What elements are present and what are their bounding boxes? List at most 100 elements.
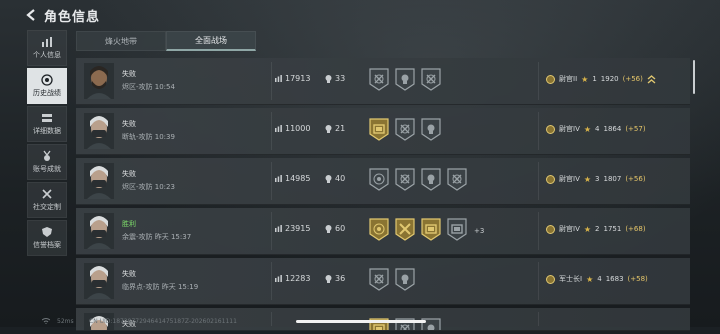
wifi-icon bbox=[42, 318, 50, 324]
rank-info: 军士长I ★ 4 1683 (+58) bbox=[546, 274, 648, 284]
rank-stars: 1 bbox=[592, 75, 597, 83]
rank-name: 尉官IV bbox=[559, 175, 580, 183]
sidebar-item-personal-info[interactable]: 个人信息 bbox=[27, 30, 67, 66]
target-medal-icon bbox=[368, 167, 390, 195]
match-row[interactable]: 失败 烬区-攻防 10:54 17913 33 尉官II ★ 1 1920 (+56) bbox=[76, 58, 690, 105]
crosshair-medal-icon bbox=[446, 167, 468, 195]
match-result: 失败 bbox=[122, 70, 136, 78]
skull-icon bbox=[325, 174, 332, 183]
kills-stat: 21 bbox=[325, 124, 345, 133]
rank-name: 军士长I bbox=[559, 275, 583, 283]
avatar bbox=[84, 263, 114, 299]
skull-icon bbox=[325, 224, 332, 233]
match-row[interactable]: 失败 临界点-攻防 昨天 15:19 12283 36 军士长I ★ 4 1683 (+58) bbox=[76, 258, 690, 305]
kills-stat: 60 bbox=[325, 224, 345, 233]
rank-points: 1751 bbox=[603, 225, 622, 233]
sidebar-item-label: 账号成就 bbox=[33, 165, 61, 173]
cross-medal-icon bbox=[368, 267, 390, 295]
divider bbox=[271, 112, 272, 150]
divider bbox=[538, 62, 539, 100]
match-map-time: 余震-攻防 昨天 15:37 bbox=[122, 233, 192, 241]
avatar bbox=[84, 113, 114, 149]
rank-stars: 4 bbox=[597, 275, 602, 283]
avatar bbox=[84, 213, 114, 249]
rank-badge-icon bbox=[546, 174, 555, 184]
match-row[interactable]: 失败 烬区-攻防 10:23 14985 40 尉官IV ★ 3 1807 (+56) bbox=[76, 158, 690, 205]
sidebar-item-detailed-data[interactable]: 详细数据 bbox=[27, 106, 67, 142]
back-button[interactable] bbox=[24, 8, 38, 22]
rank-stars: 3 bbox=[595, 175, 600, 183]
rank-info: 尉官IV ★ 4 1864 (+57) bbox=[546, 124, 646, 134]
gold-box-medal-icon bbox=[420, 217, 442, 245]
score-value: 11000 bbox=[285, 124, 311, 133]
scrollbar[interactable] bbox=[693, 60, 695, 94]
match-map-time: 烬区-攻防 10:23 bbox=[122, 183, 175, 191]
mode-tabs: 烽火地带 全面战场 bbox=[76, 31, 256, 51]
rank-gain: (+56) bbox=[622, 75, 643, 83]
rank-points: 1683 bbox=[605, 275, 624, 283]
medal-list bbox=[368, 117, 442, 145]
sidebar-item-achievements[interactable]: 账号成就 bbox=[27, 144, 67, 180]
gold-axes-medal-icon bbox=[394, 217, 416, 245]
crosshair-medal-icon bbox=[420, 67, 442, 95]
score-value: 17913 bbox=[285, 74, 311, 83]
medal-list: +3 bbox=[368, 217, 484, 245]
match-row[interactable]: 失败 断轨-攻防 10:39 11000 21 尉官IV ★ 4 1864 (+57) bbox=[76, 108, 690, 155]
score-stat: 17913 bbox=[275, 74, 310, 83]
bar-chart-icon bbox=[275, 125, 282, 132]
tab-all-out-war[interactable]: 全面战场 bbox=[166, 31, 256, 51]
home-indicator[interactable] bbox=[296, 320, 426, 323]
medal-list bbox=[368, 267, 416, 295]
rank-stars: 2 bbox=[595, 225, 600, 233]
rank-info: 尉官IV ★ 2 1751 (+68) bbox=[546, 224, 646, 234]
sidebar-item-label: 信誉档案 bbox=[33, 241, 61, 249]
match-map-time: 断轨-攻防 10:39 bbox=[122, 133, 175, 141]
chevron-left-icon bbox=[26, 9, 35, 21]
sidebar-item-label: 个人信息 bbox=[33, 51, 61, 59]
chevrons-up-icon bbox=[647, 75, 656, 84]
skull-icon bbox=[325, 74, 332, 83]
more-medals-count: +3 bbox=[474, 227, 485, 235]
match-map-time: 烬区-攻防 10:54 bbox=[122, 83, 175, 91]
sidebar-item-reputation[interactable]: 信誉档案 bbox=[27, 220, 67, 256]
avatar bbox=[84, 163, 114, 199]
rank-info: 尉官II ★ 1 1920 (+56) bbox=[546, 74, 656, 84]
skull-medal-icon bbox=[420, 117, 442, 145]
rank-gain: (+56) bbox=[625, 175, 646, 183]
rank-stars: 4 bbox=[595, 125, 600, 133]
sidebar-item-label: 历史战绩 bbox=[33, 89, 61, 97]
match-map-time: 临界点-攻防 昨天 15:19 bbox=[122, 283, 199, 291]
score-stat: 23915 bbox=[275, 224, 310, 233]
rank-name: 尉官II bbox=[559, 75, 578, 83]
rank-gain: (+68) bbox=[625, 225, 646, 233]
sidebar-item-match-history[interactable]: 历史战绩 bbox=[27, 68, 67, 104]
kills-value: 40 bbox=[335, 174, 346, 183]
shield-icon bbox=[42, 227, 52, 237]
rank-gain: (+57) bbox=[625, 125, 646, 133]
bar-chart-icon bbox=[275, 225, 282, 232]
avatar bbox=[84, 63, 114, 99]
kills-value: 60 bbox=[335, 224, 346, 233]
divider bbox=[538, 262, 539, 300]
target-icon bbox=[41, 74, 53, 86]
divider bbox=[271, 162, 272, 200]
cross-medal-icon bbox=[394, 167, 416, 195]
score-stat: 12283 bbox=[275, 274, 310, 283]
star-icon: ★ bbox=[581, 74, 589, 84]
rank-badge-icon bbox=[546, 124, 555, 134]
rank-info: 尉官IV ★ 3 1807 (+56) bbox=[546, 174, 646, 184]
tab-hazard-zone[interactable]: 烽火地带 bbox=[76, 31, 166, 51]
match-row[interactable]: 胜利余震-攻防 昨天 15:37 23915 60 +3 尉官IV ★ 2 1751 (+68) bbox=[76, 208, 690, 255]
score-value: 12283 bbox=[285, 274, 311, 283]
star-icon: ★ bbox=[586, 274, 594, 284]
rank-name: 尉官IV bbox=[559, 225, 580, 233]
cross-medal-icon bbox=[394, 117, 416, 145]
skull-medal-icon bbox=[394, 67, 416, 95]
match-result: 胜利 bbox=[122, 220, 136, 228]
cross-medal-icon bbox=[368, 67, 390, 95]
rank-badge-icon bbox=[546, 74, 555, 84]
medal-icon bbox=[43, 150, 51, 161]
sidebar-item-social-custom[interactable]: 社交定制 bbox=[27, 182, 67, 218]
match-result: 失败 bbox=[122, 120, 136, 128]
rank-points: 1920 bbox=[600, 75, 619, 83]
